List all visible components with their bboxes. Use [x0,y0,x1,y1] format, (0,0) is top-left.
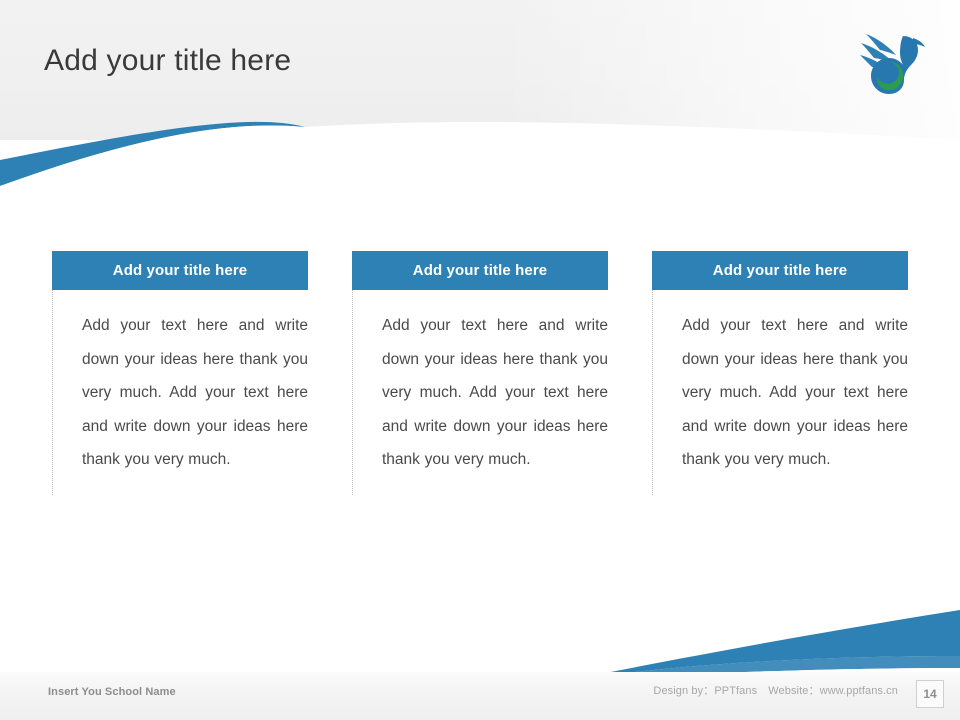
column-body-text[interactable]: Add your text here and write down your i… [52,290,308,477]
swan-bird-logo [860,34,925,94]
column-header[interactable]: Add your title here [52,251,308,290]
content-column: Add your title here Add your text here a… [352,251,608,495]
column-body-text[interactable]: Add your text here and write down your i… [352,290,608,477]
column-body-text[interactable]: Add your text here and write down your i… [652,290,908,477]
column-header[interactable]: Add your title here [352,251,608,290]
website-value[interactable]: www.pptfans.cn [820,685,898,697]
content-column: Add your title here Add your text here a… [52,251,308,495]
design-by-label: Design by： [653,685,715,697]
footer-school-name[interactable]: Insert You School Name [48,686,176,698]
footer-credit: Design by：PPTfans Website：www.pptfans.cn [653,682,898,698]
content-columns: Add your title here Add your text here a… [52,251,912,495]
page-number-badge: 14 [916,680,944,708]
column-header[interactable]: Add your title here [652,251,908,290]
design-by-value: PPTfans [714,685,758,697]
website-label: Website： [768,685,820,697]
content-column: Add your title here Add your text here a… [652,251,908,495]
slide-canvas: Add your title here Add your title here … [0,0,960,720]
page-title: Add your title here [44,44,292,77]
